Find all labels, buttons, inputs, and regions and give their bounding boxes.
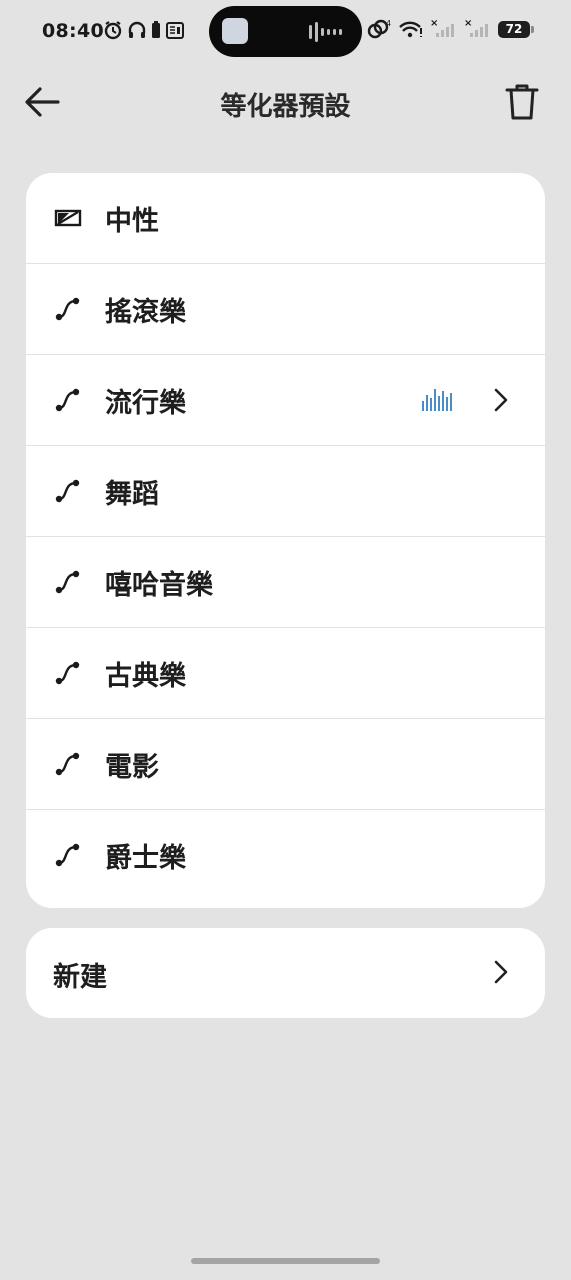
wifi-icon	[399, 21, 422, 38]
status-bar: 08:40 4 × × 72	[0, 0, 571, 62]
link-icon: 4	[367, 19, 391, 39]
svg-text:×: ×	[464, 18, 472, 29]
media-thumbnail	[222, 18, 248, 44]
battery-device-icon	[152, 21, 160, 38]
preset-label: 中性	[105, 205, 159, 237]
dynamic-island[interactable]	[209, 6, 362, 57]
preset-item-dance[interactable]: 舞蹈	[26, 446, 545, 537]
status-time: 08:40	[42, 20, 104, 42]
neutral-eq-icon	[54, 209, 82, 227]
delete-button[interactable]	[502, 82, 542, 122]
trash-icon	[505, 84, 539, 120]
preset-list: 中性 搖滾樂 流行樂 舞蹈 嘻哈音樂 古典樂 電影 爵士樂	[26, 173, 545, 908]
headphones-icon	[128, 21, 146, 38]
curve-icon	[55, 752, 80, 776]
new-preset-label: 新建	[53, 962, 107, 993]
curve-icon	[55, 297, 80, 321]
preset-item-jazz[interactable]: 爵士樂	[26, 810, 545, 901]
preset-label: 流行樂	[105, 387, 186, 419]
home-indicator[interactable]	[191, 1258, 380, 1264]
preset-item-neutral[interactable]: 中性	[26, 173, 545, 264]
audio-wave-icon	[309, 22, 342, 42]
status-icons-right: 4 × × 72	[366, 18, 534, 40]
chevron-right-icon	[494, 960, 508, 984]
page-title: 等化器預設	[220, 92, 351, 122]
curve-icon	[55, 388, 80, 412]
signal-sim2-icon: ×	[464, 18, 488, 37]
preset-label: 爵士樂	[105, 843, 186, 874]
preset-label: 電影	[105, 751, 159, 783]
curve-icon	[55, 570, 80, 594]
preset-item-movie[interactable]: 電影	[26, 719, 545, 810]
app-bar: 等化器預設	[0, 70, 571, 134]
svg-text:4: 4	[386, 19, 391, 28]
new-preset-button[interactable]: 新建	[26, 928, 545, 1018]
preset-item-classical[interactable]: 古典樂	[26, 628, 545, 719]
preset-label: 舞蹈	[105, 478, 159, 510]
preset-item-pop[interactable]: 流行樂	[26, 355, 545, 446]
alarm-icon	[104, 21, 122, 40]
preset-label: 古典樂	[105, 660, 186, 692]
battery-indicator: 72	[498, 20, 534, 38]
status-icons-left	[103, 20, 185, 40]
curve-icon	[55, 843, 80, 867]
chevron-right-icon[interactable]	[492, 388, 510, 412]
signal-sim1-icon: ×	[430, 18, 454, 37]
preset-label: 嘻哈音樂	[105, 569, 213, 601]
preset-label: 搖滾樂	[105, 296, 186, 328]
curve-icon	[55, 661, 80, 685]
preset-item-rock[interactable]: 搖滾樂	[26, 264, 545, 355]
svg-text:×: ×	[430, 18, 438, 29]
preset-item-hiphop[interactable]: 嘻哈音樂	[26, 537, 545, 628]
curve-icon	[55, 479, 80, 503]
news-icon	[166, 22, 184, 39]
active-equalizer-icon	[422, 389, 452, 411]
